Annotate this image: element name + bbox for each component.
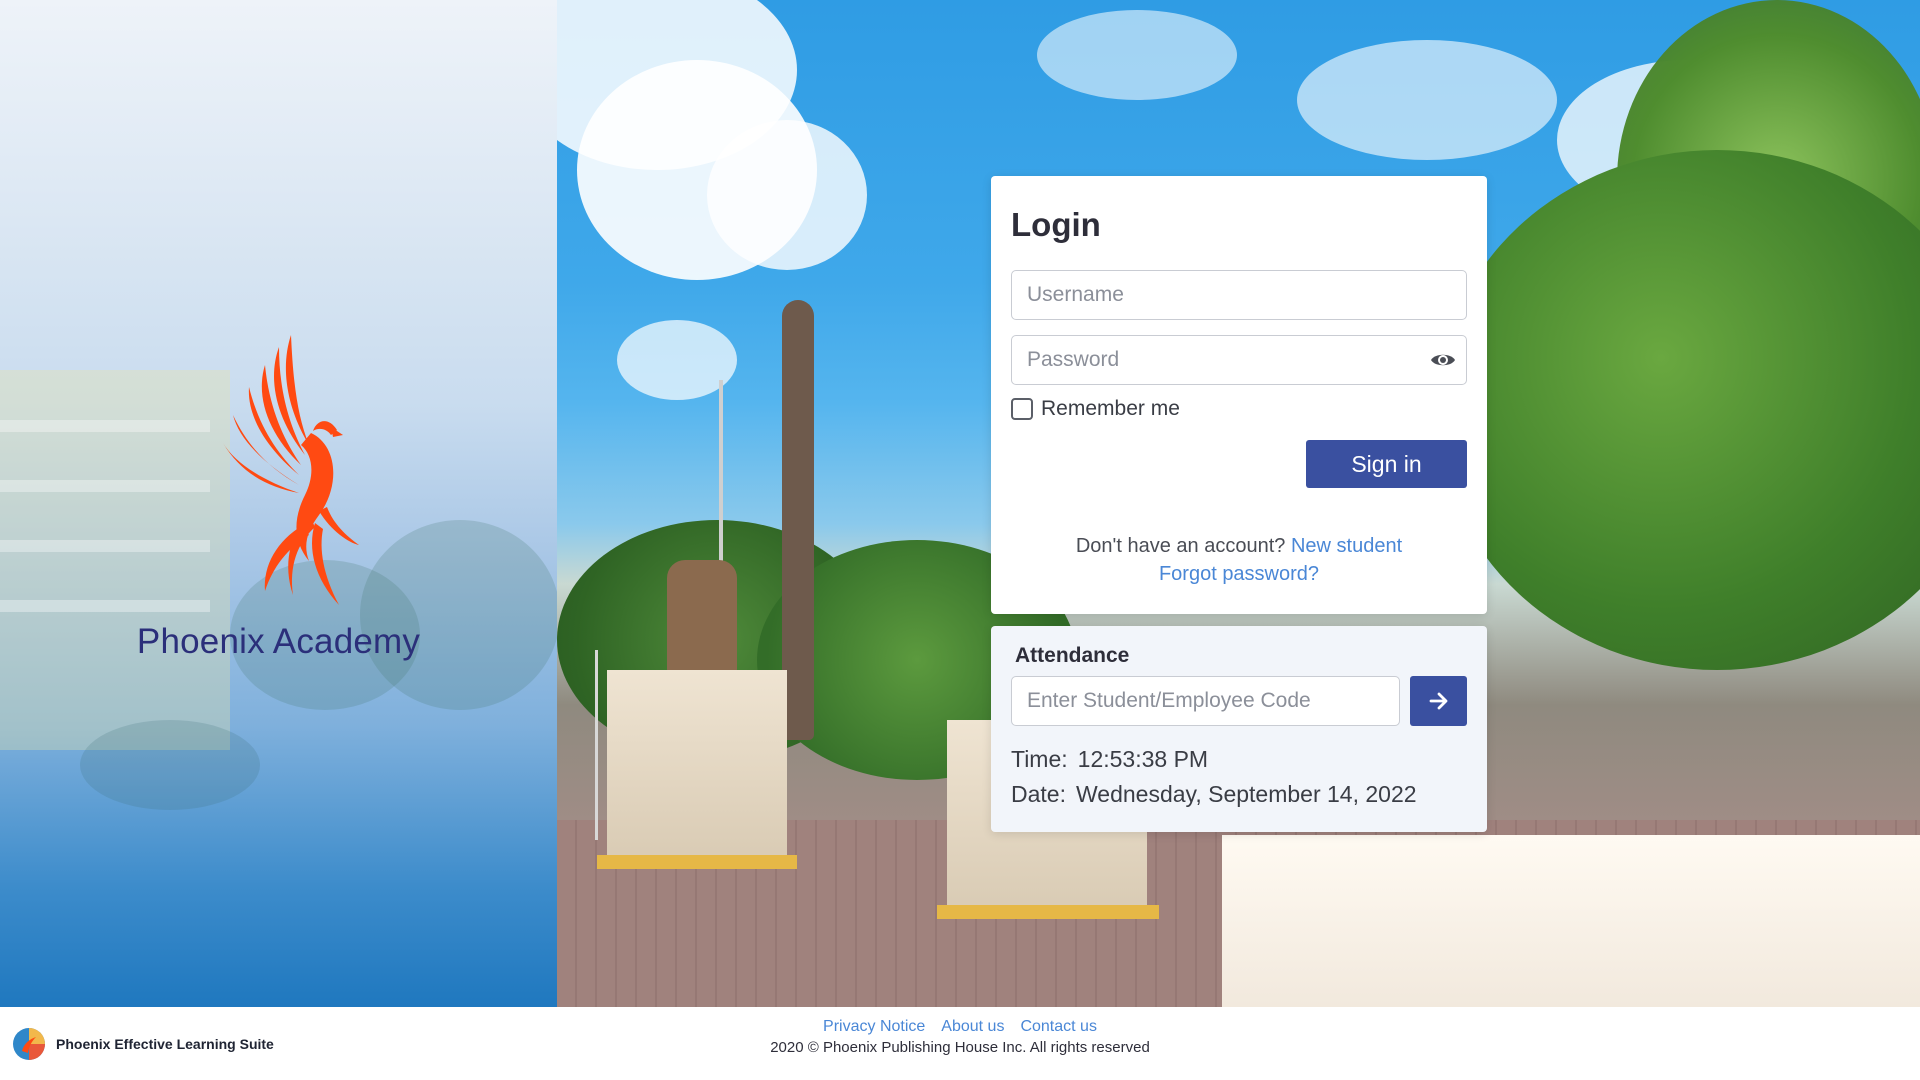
account-links: Don't have an account? New student Forgo… <box>1011 532 1467 588</box>
arrow-right-icon <box>1429 692 1447 710</box>
monument-base <box>1222 835 1920 1007</box>
attendance-code-input[interactable] <box>1012 677 1399 725</box>
phoenix-bird-icon <box>222 335 359 605</box>
sign-in-button[interactable]: Sign in <box>1306 440 1467 488</box>
copyright: 2020 © Phoenix Publishing House Inc. All… <box>770 1039 1150 1056</box>
date-value: Wednesday, September 14, 2022 <box>1075 781 1417 807</box>
no-account-text: Don't have an account? <box>1075 535 1286 557</box>
contact-us-link[interactable]: Contact us <box>1020 1018 1096 1036</box>
password-field-wrapper <box>1011 335 1467 385</box>
eye-icon[interactable] <box>1430 349 1456 371</box>
time-label: Time: <box>1011 746 1068 772</box>
signin-row: Sign in <box>1011 440 1467 488</box>
statue-pedestal <box>607 670 787 860</box>
footer-links: Privacy Notice About us Contact us <box>0 1018 1920 1036</box>
brand-name: Phoenix Academy <box>136 622 421 661</box>
forgot-password-line: Forgot password? <box>1011 560 1467 588</box>
pedestal-base <box>937 905 1159 919</box>
attendance-card: Attendance Time: 12:53:38 PM Date: Wedne… <box>991 626 1487 832</box>
attendance-title: Attendance <box>1015 644 1130 667</box>
attendance-time: Time: 12:53:38 PM <box>1011 746 1467 773</box>
attendance-date: Date: Wednesday, September 14, 2022 <box>1011 781 1467 808</box>
footer-center: Privacy Notice About us Contact us 2020 … <box>0 1018 1920 1056</box>
remember-me[interactable]: Remember me <box>1011 397 1467 421</box>
privacy-notice-link[interactable]: Privacy Notice <box>823 1018 925 1036</box>
remember-me-label[interactable]: Remember me <box>1041 397 1180 421</box>
forgot-password-link[interactable]: Forgot password? <box>1159 563 1319 585</box>
date-label: Date: <box>1011 781 1066 807</box>
attendance-code-wrapper <box>1011 676 1400 726</box>
login-title: Login <box>1011 206 1101 243</box>
flagpole <box>595 650 598 840</box>
brand-panel: Phoenix Academy <box>0 0 557 1007</box>
cloud <box>1037 10 1237 100</box>
brand: Phoenix Academy <box>0 335 557 662</box>
background-tree <box>80 720 260 810</box>
remember-me-checkbox[interactable] <box>1011 398 1033 420</box>
new-account-line: Don't have an account? New student <box>1011 532 1467 560</box>
password-input[interactable] <box>1012 336 1466 384</box>
username-field-wrapper <box>1011 270 1467 320</box>
username-input[interactable] <box>1012 271 1466 319</box>
about-us-link[interactable]: About us <box>941 1018 1004 1036</box>
footer: Phoenix Effective Learning Suite Privacy… <box>0 1007 1920 1080</box>
attendance-submit-button[interactable] <box>1410 676 1467 726</box>
cloud <box>1297 40 1557 160</box>
pedestal-base <box>597 855 797 869</box>
seated-statue <box>667 560 737 675</box>
cloud <box>707 120 867 270</box>
new-student-link[interactable]: New student <box>1291 535 1402 557</box>
tree-canopy <box>1437 150 1920 670</box>
attendance-input-row <box>1011 676 1467 726</box>
login-card: Login Remember me Sign in Don't have an … <box>991 176 1487 614</box>
time-value: 12:53:38 PM <box>1077 746 1209 772</box>
